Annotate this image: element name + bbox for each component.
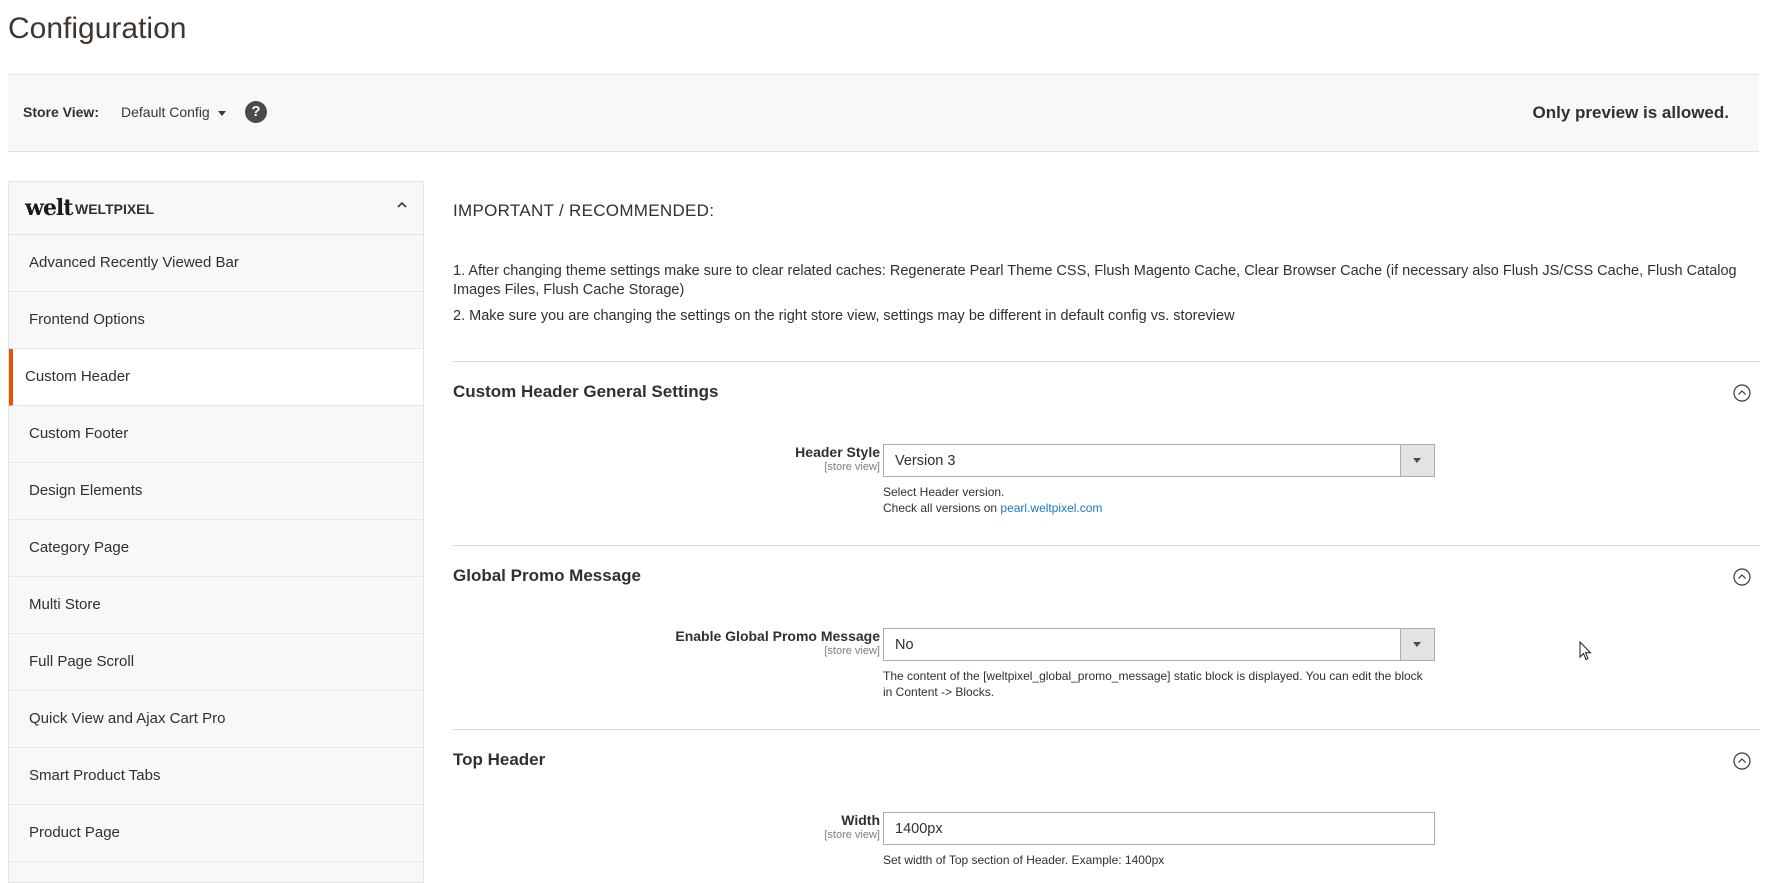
- section-global-promo-message: Global Promo Message Enable Global Promo…: [453, 545, 1759, 730]
- collapse-section-icon[interactable]: [1733, 568, 1751, 586]
- sidebar-item-custom-footer[interactable]: Custom Footer: [9, 406, 423, 463]
- sidebar-item-advanced-recently-viewed-bar[interactable]: Advanced Recently Viewed Bar: [9, 235, 423, 292]
- sidebar-group-weltpixel[interactable]: welt WELTPIXEL: [9, 182, 423, 235]
- config-sidebar: welt WELTPIXEL Advanced Recently Viewed …: [8, 181, 424, 883]
- enable-promo-value: No: [895, 637, 914, 653]
- help-icon[interactable]: ?: [245, 101, 267, 123]
- important-note: 2. Make sure you are changing the settin…: [453, 308, 1235, 324]
- note-line: Check all versions on: [883, 501, 1001, 515]
- sidebar-item-custom-header[interactable]: Custom Header: [9, 349, 423, 406]
- section-title[interactable]: Custom Header General Settings: [453, 382, 718, 402]
- chevron-down-icon: [217, 110, 226, 116]
- important-note: 1. After changing theme settings make su…: [453, 263, 1737, 298]
- width-input[interactable]: [883, 812, 1435, 845]
- weltpixel-logo: welt: [25, 195, 73, 221]
- sidebar-item-frontend-options[interactable]: Frontend Options: [9, 292, 423, 349]
- chevron-up-icon[interactable]: [397, 200, 407, 210]
- section-top-header: Top Header Width [store view] Set width …: [453, 729, 1759, 870]
- important-heading: IMPORTANT / RECOMMENDED:: [453, 201, 715, 220]
- header-style-label: Header Style: [795, 444, 880, 460]
- mouse-cursor-icon: [1579, 641, 1592, 661]
- scope-label: [store view]: [824, 829, 880, 841]
- enable-promo-note: The content of the [weltpixel_global_pro…: [883, 669, 1423, 699]
- sidebar-item-category-page[interactable]: Category Page: [9, 520, 423, 577]
- collapse-section-icon[interactable]: [1733, 384, 1751, 402]
- important-notes: 1. After changing theme settings make su…: [453, 262, 1743, 333]
- header-style-value: Version 3: [895, 453, 956, 469]
- header-style-note: Select Header version. Check all version…: [883, 484, 1435, 516]
- width-label: Width: [841, 812, 880, 828]
- store-view-bar: Store View: Default Config ? Only previe…: [8, 74, 1759, 152]
- note-line: Select Header version.: [883, 485, 1005, 499]
- sidebar-item-product-page[interactable]: Product Page: [9, 805, 423, 862]
- sidebar-group-title: WELTPIXEL: [75, 201, 155, 217]
- sidebar-item-smart-product-tabs[interactable]: Smart Product Tabs: [9, 748, 423, 805]
- store-view-value: Default Config: [121, 104, 210, 120]
- sidebar-item-multi-store[interactable]: Multi Store: [9, 577, 423, 634]
- sidebar-item-design-elements[interactable]: Design Elements: [9, 463, 423, 520]
- dropdown-arrow-icon[interactable]: [1400, 445, 1434, 476]
- pearl-weltpixel-link[interactable]: pearl.weltpixel.com: [1000, 501, 1102, 515]
- sidebar-item-quick-view-ajax-cart-pro[interactable]: Quick View and Ajax Cart Pro: [9, 691, 423, 748]
- page-title: Configuration: [8, 12, 187, 45]
- header-style-select[interactable]: Version 3: [883, 444, 1435, 477]
- scope-label: [store view]: [824, 645, 880, 657]
- scope-label: [store view]: [824, 461, 880, 473]
- store-view-switcher[interactable]: Default Config: [121, 104, 226, 120]
- section-title[interactable]: Global Promo Message: [453, 566, 641, 586]
- enable-promo-label: Enable Global Promo Message: [675, 628, 880, 644]
- enable-promo-select[interactable]: No: [883, 628, 1435, 661]
- store-view-label: Store View:: [23, 104, 99, 120]
- collapse-section-icon[interactable]: [1733, 752, 1751, 770]
- dropdown-arrow-icon[interactable]: [1400, 629, 1434, 660]
- sidebar-item-full-page-scroll[interactable]: Full Page Scroll: [9, 634, 423, 691]
- preview-only-notice: Only preview is allowed.: [1532, 103, 1729, 122]
- section-title[interactable]: Top Header: [453, 750, 545, 770]
- section-custom-header-general: Custom Header General Settings Header St…: [453, 361, 1759, 546]
